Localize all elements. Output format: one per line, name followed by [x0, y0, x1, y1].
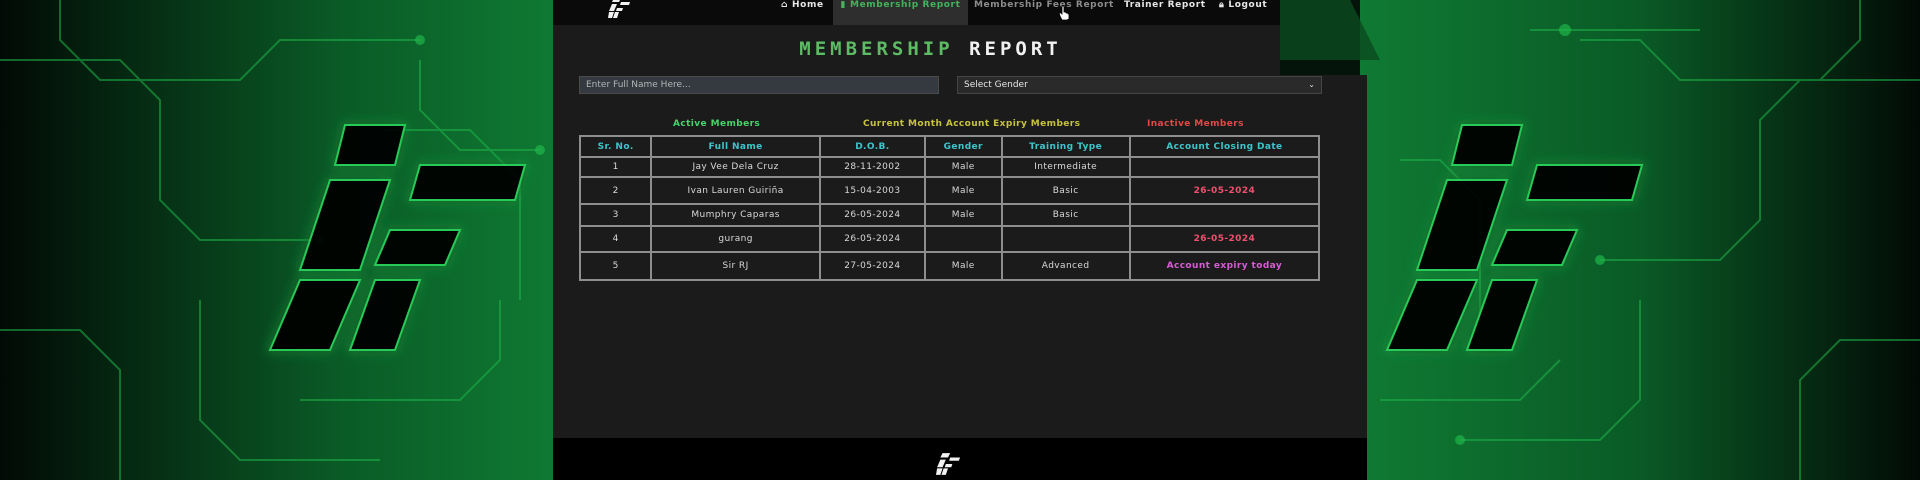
cell-dob: 27-05-2024 — [818, 251, 926, 281]
table-row: 1 Jay Vee Dela Cruz 28-11-2002 Male Inte… — [578, 156, 1321, 178]
document-icon: ▮ — [840, 0, 847, 10]
cell-sr-no: 2 — [578, 176, 653, 205]
cell-dob: 26-05-2024 — [818, 225, 926, 253]
page-title-part1: MEMBERSHIP — [799, 38, 954, 60]
nav-logout[interactable]: 🔒︎ Logout — [1219, 0, 1267, 25]
nav-membership-fees-report-label: Membership Fees Report — [974, 0, 1114, 10]
chevron-down-icon: ⌄ — [1308, 80, 1315, 89]
home-icon: ⌂ — [781, 0, 789, 10]
full-name-search-input[interactable] — [579, 76, 939, 94]
nav-trainer-report-label: Trainer Report — [1124, 0, 1206, 10]
cell-gender: Male — [923, 156, 1003, 178]
nav-home-label: Home — [792, 0, 824, 10]
cell-training-type: Basic — [1000, 203, 1131, 227]
cell-closing-date: 26-05-2024 — [1128, 225, 1321, 253]
gender-select[interactable]: Select Gender ⌄ — [957, 76, 1322, 94]
header-training-type: Training Type — [1000, 135, 1131, 158]
cell-full-name: Mumphry Caparas — [650, 203, 821, 227]
nav-trainer-report[interactable]: Trainer Report — [1124, 0, 1206, 25]
ff-logo-icon[interactable] — [608, 0, 630, 18]
membership-report-table: Sr. No. Full Name D.O.B. Gender Training… — [578, 135, 1321, 281]
page-title: MEMBERSHIP REPORT — [553, 38, 1308, 60]
top-navbar: ⌂ Home ▮ Membership Report Membership Fees… — [553, 0, 1280, 26]
table-row: 3 Mumphry Caparas 26-05-2024 Male Basic — [578, 203, 1321, 227]
cell-gender: Male — [923, 251, 1003, 281]
nav-membership-fees-report[interactable]: Membership Fees Report — [974, 0, 1114, 25]
cell-dob: 15-04-2003 — [818, 176, 926, 205]
cell-training-type — [1000, 225, 1131, 253]
cell-gender — [923, 225, 1003, 253]
cell-sr-no: 4 — [578, 225, 653, 253]
gender-select-value: Select Gender — [964, 80, 1028, 90]
cell-dob: 28-11-2002 — [818, 156, 926, 178]
page-title-part2: REPORT — [969, 38, 1062, 60]
cell-sr-no: 3 — [578, 203, 653, 227]
cell-closing-date: Account expiry today — [1128, 251, 1321, 281]
legend-active-members: Active Members — [673, 119, 761, 129]
ff-logo-icon — [936, 453, 960, 475]
cell-full-name: Jay Vee Dela Cruz — [650, 156, 821, 178]
nav-logout-label: Logout — [1228, 0, 1268, 10]
header-gender: Gender — [923, 135, 1003, 158]
cell-training-type: Advanced — [1000, 251, 1131, 281]
header-sr-no: Sr. No. — [578, 135, 653, 158]
header-closing-date: Account Closing Date — [1128, 135, 1321, 158]
cell-dob: 26-05-2024 — [818, 203, 926, 227]
cell-gender: Male — [923, 176, 1003, 205]
hand-cursor-icon — [1058, 5, 1070, 21]
legend-expiry-members: Current Month Account Expiry Members — [863, 119, 1081, 129]
nav-home[interactable]: ⌂ Home — [781, 0, 824, 25]
table-header-row: Sr. No. Full Name D.O.B. Gender Training… — [578, 135, 1321, 158]
table-row: 2 Ivan Lauren Guiriña 15-04-2003 Male Ba… — [578, 176, 1321, 205]
cell-training-type: Basic — [1000, 176, 1131, 205]
cell-full-name: gurang — [650, 225, 821, 253]
main-content: MEMBERSHIP REPORT Select Gender ⌄ Active… — [553, 25, 1322, 438]
footer — [553, 438, 1367, 480]
cell-closing-date — [1128, 203, 1321, 227]
cell-gender: Male — [923, 203, 1003, 227]
nav-membership-report[interactable]: ▮ Membership Report — [833, 0, 968, 25]
header-full-name: Full Name — [650, 135, 821, 158]
table-row: 5 Sir RJ 27-05-2024 Male Advanced Accoun… — [578, 251, 1321, 281]
cell-full-name: Ivan Lauren Guiriña — [650, 176, 821, 205]
cell-closing-date — [1128, 156, 1321, 178]
cell-training-type: Intermediate — [1000, 156, 1131, 178]
cell-closing-date: 26-05-2024 — [1128, 176, 1321, 205]
cell-full-name: Sir RJ — [650, 251, 821, 281]
cell-sr-no: 1 — [578, 156, 653, 178]
legend-inactive-members: Inactive Members — [1147, 119, 1244, 129]
table-row: 4 gurang 26-05-2024 26-05-2024 — [578, 225, 1321, 253]
header-dob: D.O.B. — [818, 135, 926, 158]
lock-icon: 🔒︎ — [1219, 0, 1225, 10]
cell-sr-no: 5 — [578, 251, 653, 281]
nav-membership-report-label: Membership Report — [850, 0, 961, 10]
